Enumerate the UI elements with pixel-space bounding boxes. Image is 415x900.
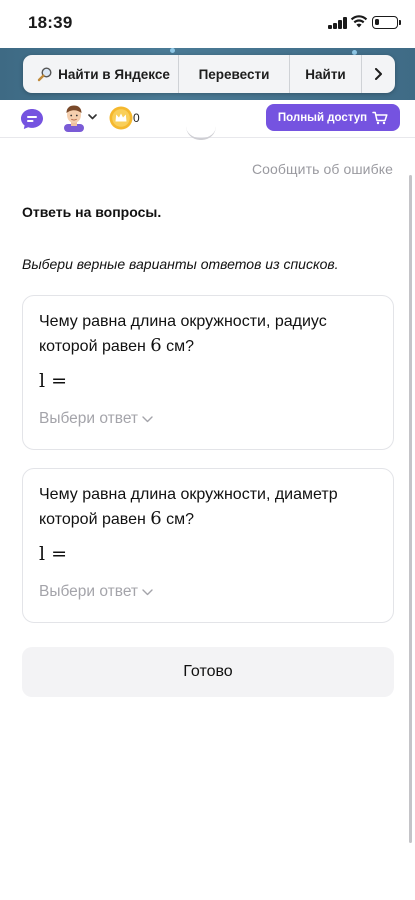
translate-label: Перевести — [198, 66, 270, 82]
scrollbar[interactable] — [409, 175, 412, 843]
answer-formula: l = — [39, 370, 68, 392]
chevron-down-icon[interactable] — [88, 114, 97, 120]
answer-dropdown[interactable]: Выбери ответ — [39, 410, 153, 428]
battery-icon — [372, 16, 401, 29]
question-text-after: см? — [166, 511, 195, 528]
question-text-after: см? — [166, 338, 195, 355]
answer-dropdown-placeholder: Выбери ответ — [39, 583, 139, 600]
chat-icon[interactable] — [20, 108, 44, 130]
crown-coin-icon — [109, 106, 133, 130]
more-options-button[interactable] — [361, 55, 395, 93]
find-label: Найти — [305, 66, 346, 82]
chevron-down-icon — [142, 415, 153, 422]
report-error-link[interactable]: Сообщить об ошибке — [252, 161, 393, 177]
wifi-icon — [350, 15, 368, 28]
question-text: Чему равна длина окружности, диаметр кот… — [39, 483, 379, 532]
full-access-label: Полный доступ — [277, 111, 368, 124]
search-yandex-button[interactable]: Найти в Яндексе — [23, 55, 178, 93]
answer-dropdown-placeholder: Выбери ответ — [39, 410, 139, 427]
question-card: Чему равна длина окружности, радиус кото… — [22, 295, 394, 450]
search-yandex-label: Найти в Яндексе — [58, 66, 170, 82]
answer-dropdown[interactable]: Выбери ответ — [39, 583, 153, 601]
find-button[interactable]: Найти — [289, 55, 361, 93]
answer-formula: l = — [39, 543, 68, 565]
question-text: Чему равна длина окружности, радиус кото… — [39, 310, 379, 359]
avatar[interactable] — [60, 104, 88, 132]
chevron-down-icon — [142, 588, 153, 595]
task-title: Ответь на вопросы. — [22, 204, 162, 220]
chevron-right-icon — [375, 68, 382, 80]
translate-button[interactable]: Перевести — [178, 55, 289, 93]
question-card: Чему равна длина окружности, диаметр кот… — [22, 468, 394, 623]
cellular-signal-icon — [328, 17, 348, 29]
battery-level — [375, 19, 379, 25]
question-number: 6 — [150, 508, 162, 529]
task-instruction: Выбери верные варианты ответов из списко… — [22, 256, 339, 272]
question-number: 6 — [150, 335, 162, 356]
done-button-label: Готово — [183, 663, 233, 680]
status-time: 18:39 — [28, 13, 73, 32]
done-button[interactable]: Готово — [22, 647, 394, 697]
cart-icon — [372, 111, 388, 124]
status-bar: 18:39 — [0, 0, 415, 48]
magnifier-icon — [37, 67, 52, 82]
selection-context-menu: Найти в Яндексе Перевести Найти — [23, 55, 395, 93]
coin-count: 0 — [133, 111, 140, 125]
full-access-button[interactable]: Полный доступ — [266, 104, 400, 131]
